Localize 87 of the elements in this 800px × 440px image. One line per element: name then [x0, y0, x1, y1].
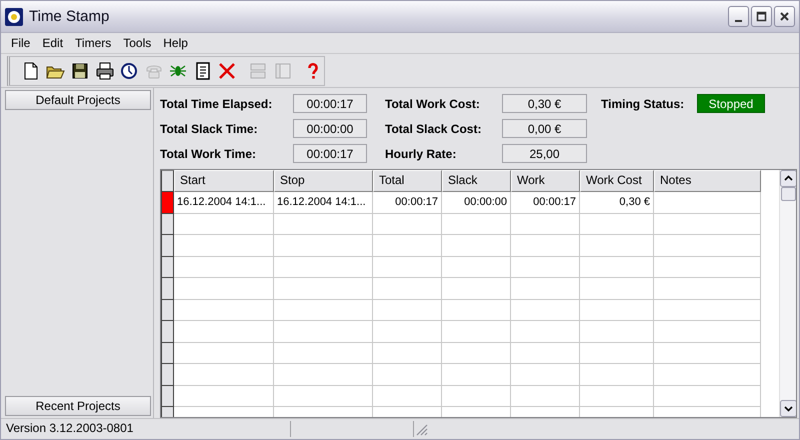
table-cell [373, 256, 442, 278]
table-cell [511, 256, 580, 278]
table-cell [373, 235, 442, 256]
stat-value: 0,00 € [502, 119, 587, 138]
timing-status-label: Timing Status: [601, 96, 686, 110]
table-cell [511, 278, 580, 300]
stat-value: 0,30 € [502, 94, 587, 113]
stat-value: 25,00 [502, 144, 587, 163]
stat-label: Total Work Cost: [385, 96, 481, 110]
delete-icon[interactable] [217, 60, 238, 80]
table-cell [373, 342, 442, 364]
table-cell: 16.12.2004 14:1... [274, 192, 373, 214]
table-cell [442, 278, 511, 300]
maximize-button[interactable] [751, 6, 772, 27]
stat-label: Hourly Rate: [385, 146, 458, 160]
stat-value: 00:00:00 [293, 119, 367, 138]
stat-value: 00:00:17 [293, 144, 367, 163]
table-cell [373, 364, 442, 386]
row-header[interactable] [161, 235, 174, 256]
table-cell [511, 300, 580, 321]
scrollbar[interactable] [779, 170, 796, 417]
timing-status-indicator: Stopped [697, 94, 765, 113]
stat-label: Total Slack Cost: [385, 122, 482, 136]
version-text: Version 3.12.2003-0801 [1, 421, 291, 437]
table-cell [511, 321, 580, 342]
stat-label: Total Slack Time: [160, 122, 259, 136]
window-title: Time Stamp [29, 8, 110, 25]
table-cell [442, 256, 511, 278]
minimize-button[interactable] [728, 6, 749, 27]
row-header[interactable] [161, 278, 174, 300]
column-header[interactable]: Stop [274, 170, 373, 192]
table-cell [373, 214, 442, 235]
scroll-down-icon[interactable] [780, 400, 796, 417]
table-cell [511, 235, 580, 256]
table-cell [442, 342, 511, 364]
table-cell [373, 321, 442, 342]
table-cell [442, 321, 511, 342]
table-cell [442, 235, 511, 256]
app-icon [5, 8, 23, 26]
default-projects-button[interactable]: Default Projects [5, 90, 151, 110]
table-cell [511, 342, 580, 364]
scroll-up-icon[interactable] [780, 170, 796, 187]
stat-value: 00:00:17 [293, 94, 367, 113]
row-header[interactable] [161, 386, 174, 407]
menu-item[interactable]: Timers [69, 36, 118, 50]
table-cell [511, 386, 580, 407]
table-cell [511, 214, 580, 235]
clock-icon[interactable] [119, 60, 140, 80]
printer-icon[interactable] [94, 60, 115, 80]
row-header[interactable] [161, 300, 174, 321]
scroll-thumb[interactable] [781, 187, 796, 201]
column-header[interactable]: Total [373, 170, 442, 192]
column-header[interactable]: Start [174, 170, 274, 192]
column-header[interactable]: Notes [654, 170, 761, 192]
row-header[interactable] [161, 342, 174, 364]
menu-item[interactable]: Help [157, 36, 194, 50]
table-cell: 0,30 € [580, 192, 654, 214]
table-cell [373, 278, 442, 300]
resize-grip-icon[interactable] [414, 422, 428, 436]
table-cell [373, 386, 442, 407]
minimize-icon [734, 18, 743, 22]
column-header[interactable]: Slack [442, 170, 511, 192]
table-cell [442, 300, 511, 321]
row-header[interactable] [161, 214, 174, 235]
column-header[interactable]: Work Cost [580, 170, 654, 192]
stat-label: Total Time Elapsed: [160, 96, 274, 110]
recent-projects-button[interactable]: Recent Projects [5, 396, 151, 416]
menu-item[interactable]: Tools [117, 36, 158, 50]
table-cell [442, 364, 511, 386]
table-cell [442, 214, 511, 235]
save-icon[interactable] [70, 60, 90, 80]
table-cell: 00:00:00 [442, 192, 511, 214]
row-header[interactable] [161, 321, 174, 342]
close-button[interactable] [774, 6, 795, 27]
table-cell [373, 300, 442, 321]
row-header[interactable] [161, 256, 174, 278]
table-cell [442, 386, 511, 407]
table-cell: 00:00:17 [511, 192, 580, 214]
table-cell [511, 364, 580, 386]
table-cell: 00:00:17 [373, 192, 442, 214]
column-header[interactable]: Work [511, 170, 580, 192]
menu-item[interactable]: Edit [36, 36, 70, 50]
maximize-icon [754, 9, 769, 24]
row-header[interactable] [161, 364, 174, 386]
menu-item[interactable]: File [5, 36, 36, 50]
stat-label: Total Work Time: [160, 146, 258, 160]
table-cell: 16.12.2004 14:1... [174, 192, 274, 214]
